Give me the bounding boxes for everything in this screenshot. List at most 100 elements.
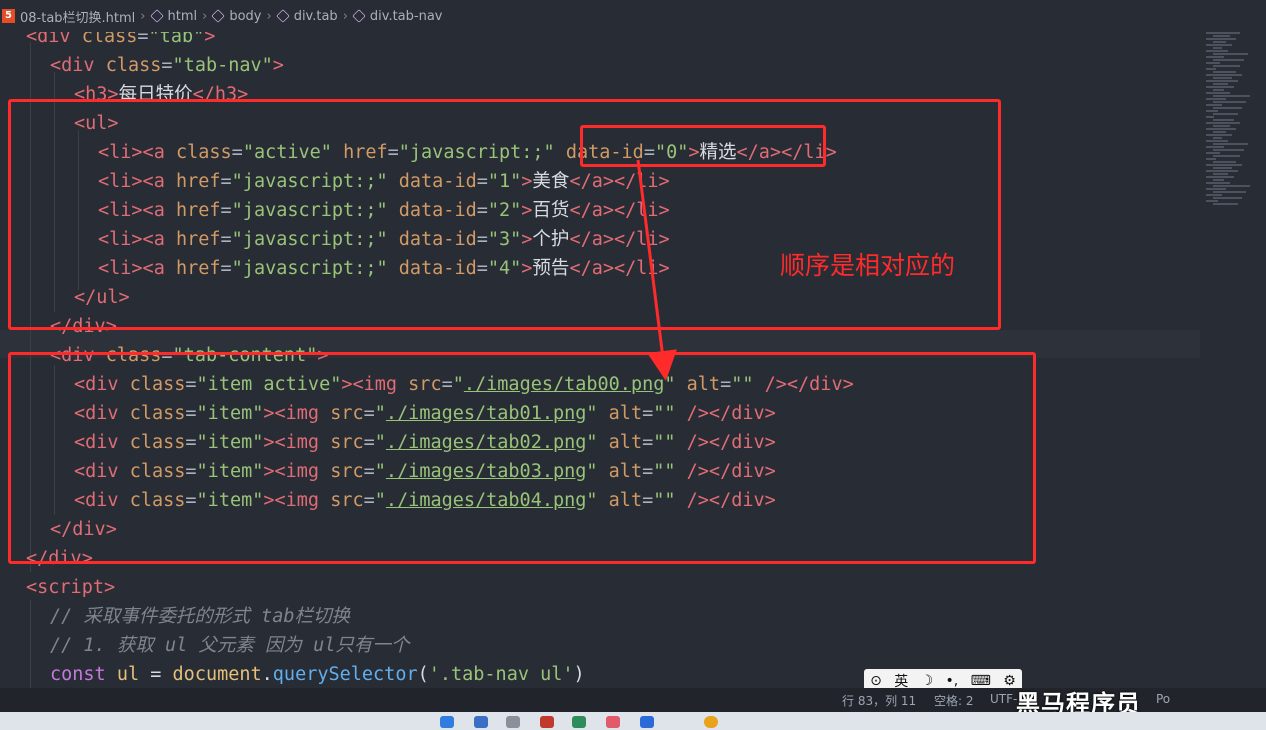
minimap-line (1213, 161, 1236, 163)
minimap-line (1206, 56, 1224, 58)
minimap-line (1213, 179, 1224, 181)
minimap-line (1213, 89, 1224, 91)
indent-setting[interactable]: 空格: 2 (934, 692, 974, 709)
code-token: const (50, 664, 106, 685)
app-icon[interactable] (540, 716, 554, 728)
minimap-line (1213, 131, 1226, 133)
minimap-line (1213, 53, 1248, 55)
code-token: = (161, 55, 173, 76)
minimap-line (1206, 86, 1234, 88)
code-token: = (139, 664, 173, 685)
code-token: > (272, 55, 284, 76)
minimap-line (1213, 167, 1232, 169)
minimap-line (1206, 80, 1238, 82)
code-token: // 采取事件委托的形式 tab栏切换 (50, 606, 350, 627)
windows-start-icon[interactable] (440, 716, 454, 728)
minimap-line (1206, 116, 1214, 118)
moon-icon[interactable]: ☽ (921, 673, 934, 689)
code-line[interactable]: const ul = document.querySelector('.tab-… (50, 660, 585, 688)
minimap-line (1206, 170, 1238, 172)
code-token: document (172, 664, 262, 685)
minimap-line (1206, 122, 1240, 124)
minimap-line (1206, 188, 1226, 190)
minimap-line (1206, 62, 1220, 64)
minimap-line (1206, 38, 1236, 40)
cursor-position[interactable]: 行 83，列 11 (842, 692, 916, 709)
chevron-right-icon: › (342, 8, 348, 24)
minimap-line (1206, 146, 1224, 148)
minimap-line (1213, 113, 1238, 115)
code-line[interactable]: <div class="tab-nav"> (50, 51, 284, 80)
html5-file-icon: 5 (2, 9, 15, 23)
minimap-line (1206, 92, 1230, 94)
element-icon (275, 9, 290, 23)
chrome-icon[interactable] (704, 716, 718, 728)
element-icon (352, 9, 366, 23)
minimap-line (1213, 137, 1222, 139)
app-icon[interactable] (606, 716, 620, 728)
minimap-line (1206, 104, 1222, 106)
code-token: . (261, 664, 273, 685)
minimap-line (1213, 83, 1228, 85)
minimap-line (1213, 59, 1244, 61)
minimap-line (1206, 158, 1216, 160)
taskview-icon[interactable] (474, 716, 488, 728)
minimap-line (1213, 35, 1230, 37)
chevron-right-icon: › (266, 8, 272, 24)
breadcrumb-item-div-tab[interactable]: div.tab (294, 9, 338, 24)
app-icon[interactable] (640, 716, 654, 728)
code-line[interactable]: // 采取事件委托的形式 tab栏切换 (50, 602, 350, 631)
minimap-line (1213, 191, 1246, 193)
minimap-line (1213, 41, 1226, 43)
minimap-line (1206, 68, 1216, 70)
minimap-line (1213, 185, 1250, 187)
minimap-line (1206, 98, 1226, 100)
punctuation-icon[interactable]: •, (946, 673, 959, 689)
code-token: '.tab-nav ul' (428, 664, 574, 685)
indent-guide (30, 600, 31, 688)
breadcrumb-item-html[interactable]: html (168, 9, 198, 24)
minimap-line (1206, 164, 1242, 166)
minimap-line (1206, 134, 1232, 136)
breadcrumb-file[interactable]: 08-tab栏切换.html (20, 7, 135, 26)
element-icon (211, 9, 226, 23)
encoding[interactable]: UTF- (990, 692, 1017, 706)
ime-logo-icon[interactable]: ⊙ (870, 673, 882, 689)
status-extra[interactable]: Po (1156, 692, 1170, 706)
minimap-line (1213, 65, 1240, 67)
app-icon[interactable] (506, 716, 520, 728)
breadcrumb-item-body[interactable]: body (229, 9, 261, 24)
gear-icon[interactable]: ⚙ (1003, 673, 1016, 689)
minimap-line (1206, 50, 1228, 52)
minimap-line (1206, 182, 1230, 184)
keyboard-icon[interactable]: ⌨ (971, 673, 991, 689)
breadcrumb-item-div-tab-nav[interactable]: div.tab-nav (370, 9, 443, 24)
annotation-box-tab-nav (8, 99, 1001, 330)
taskbar (0, 712, 1266, 730)
annotation-box-tab-content (8, 352, 1036, 564)
code-token: <script> (26, 577, 116, 598)
minimap-line (1213, 143, 1248, 145)
code-line[interactable]: // 1. 获取 ul 父元素 因为 ul只有一个 (50, 631, 409, 660)
minimap-line (1213, 149, 1244, 151)
code-token: ( (417, 664, 429, 685)
minimap-line (1213, 71, 1236, 73)
minimap-line (1213, 119, 1234, 121)
minimap-line (1206, 44, 1232, 46)
code-line[interactable]: <script> (26, 573, 115, 602)
minimap[interactable] (1200, 20, 1266, 205)
minimap-line (1206, 32, 1240, 34)
minimap-line (1206, 194, 1222, 196)
code-token: // 1. 获取 ul 父元素 因为 ul只有一个 (50, 635, 410, 656)
minimap-line (1213, 107, 1242, 109)
minimap-line (1213, 125, 1230, 127)
minimap-line (1206, 140, 1228, 142)
element-icon (149, 9, 164, 23)
minimap-line (1213, 47, 1222, 49)
minimap-line (1206, 200, 1218, 202)
minimap-line (1213, 197, 1242, 199)
minimap-line (1213, 77, 1232, 79)
app-icon[interactable] (572, 716, 586, 728)
breadcrumb: 5 08-tab栏切换.html › html › body › div.tab… (0, 0, 1266, 32)
